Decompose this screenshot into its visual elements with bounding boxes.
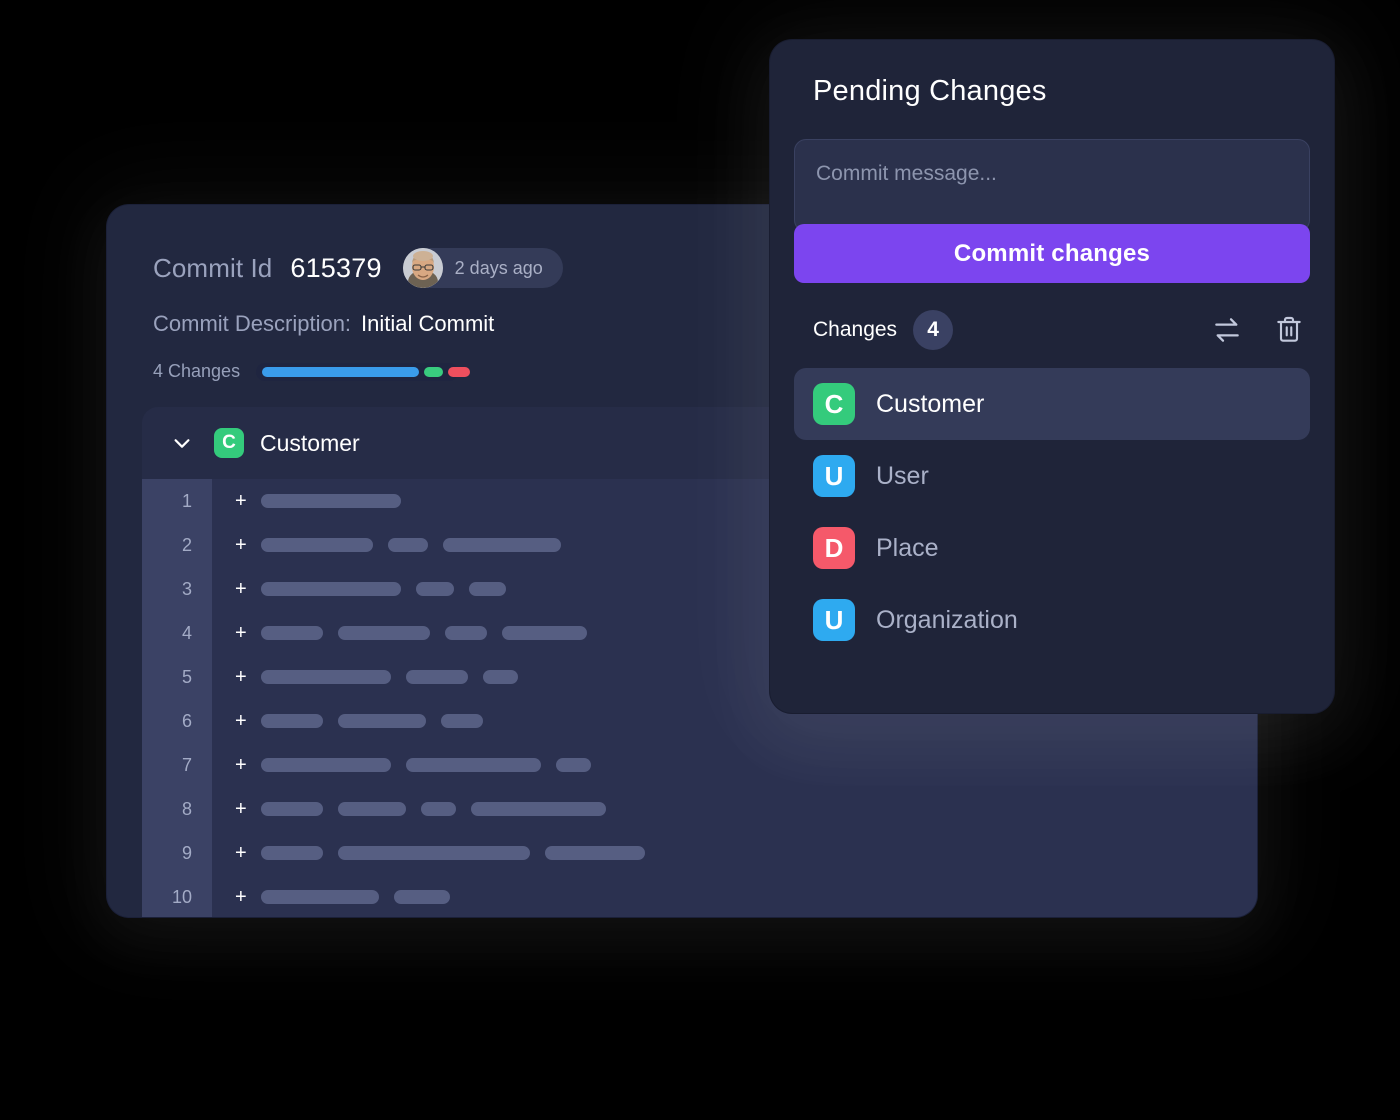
code-token-placeholder	[388, 538, 428, 552]
diff-add-marker: +	[235, 797, 247, 820]
code-token-placeholder	[443, 538, 561, 552]
change-segment-removed	[448, 366, 471, 377]
diff-line: +	[212, 831, 1257, 875]
code-token-placeholder	[261, 890, 379, 904]
chevron-down-icon[interactable]	[167, 428, 197, 458]
code-token-placeholder	[394, 890, 450, 904]
diff-line: +	[212, 743, 1257, 787]
pending-changes-panel: Pending Changes Commit changes Changes 4	[770, 40, 1334, 713]
line-number: 5	[181, 666, 192, 687]
code-token-placeholder	[261, 714, 323, 728]
diff-add-marker: +	[235, 709, 247, 732]
code-token-placeholder	[261, 670, 391, 684]
code-token-placeholder	[261, 538, 373, 552]
file-entity-badge: C	[214, 428, 244, 458]
code-token-placeholder	[445, 626, 487, 640]
diff-add-marker: +	[235, 621, 247, 644]
changes-label: Changes	[813, 318, 898, 341]
line-number: 8	[181, 798, 192, 819]
entity-badge: U	[813, 455, 855, 497]
code-token-placeholder	[406, 670, 468, 684]
line-number: 6	[181, 710, 192, 731]
code-token-placeholder	[421, 802, 456, 816]
code-token-placeholder	[261, 582, 401, 596]
line-number: 9	[181, 842, 192, 863]
commit-changes-button[interactable]: Commit changes	[794, 224, 1310, 283]
line-number: 1	[181, 490, 192, 511]
code-token-placeholder	[338, 626, 430, 640]
commit-message-input[interactable]	[816, 162, 1288, 186]
swap-arrows-icon[interactable]	[1210, 313, 1244, 347]
diff-add-marker: +	[235, 489, 247, 512]
code-token-placeholder	[483, 670, 518, 684]
list-item-label: Organization	[876, 605, 1018, 634]
entity-badge: C	[813, 383, 855, 425]
diff-add-marker: +	[235, 885, 247, 908]
commit-id-label: Commit Id	[153, 252, 273, 283]
line-number: 3	[181, 578, 192, 599]
avatar	[402, 248, 443, 288]
change-segment-modified	[424, 366, 444, 377]
code-token-placeholder	[416, 582, 454, 596]
code-token-placeholder	[471, 802, 606, 816]
line-number: 4	[181, 622, 192, 643]
diff-line: +	[212, 787, 1257, 831]
list-item-label: Place	[876, 533, 939, 562]
diff-add-marker: +	[235, 577, 247, 600]
code-token-placeholder	[261, 846, 323, 860]
code-token-placeholder	[261, 758, 391, 772]
line-number: 10	[171, 886, 192, 907]
code-token-placeholder	[556, 758, 591, 772]
code-token-placeholder	[502, 626, 587, 640]
commit-message-box[interactable]	[794, 139, 1310, 232]
app-screenshot: Commit Id 615379 2 days ago Commit Descr…	[0, 0, 1400, 1120]
code-token-placeholder	[406, 758, 541, 772]
code-token-placeholder	[441, 714, 483, 728]
line-number-gutter: 1 2 3 4 5 6 7 8 9 10	[142, 479, 212, 917]
code-token-placeholder	[338, 846, 530, 860]
code-token-placeholder	[338, 714, 426, 728]
list-item[interactable]: U Organization	[794, 584, 1310, 656]
page-title: Pending Changes	[813, 75, 1047, 107]
changes-count-badge: 4	[913, 310, 954, 350]
list-item[interactable]: U User	[794, 440, 1310, 512]
commit-timestamp: 2 days ago	[454, 257, 543, 278]
trash-icon[interactable]	[1272, 313, 1306, 347]
line-number: 2	[181, 534, 192, 555]
pending-changes-list: C Customer U User D Place U Organization	[794, 368, 1310, 656]
code-token-placeholder	[261, 494, 401, 508]
entity-badge: D	[813, 527, 855, 569]
file-name: Customer	[260, 429, 360, 456]
diff-add-marker: +	[235, 753, 247, 776]
diff-line: +	[212, 875, 1257, 917]
line-number: 7	[181, 754, 192, 775]
code-token-placeholder	[469, 582, 506, 596]
author-chip[interactable]: 2 days ago	[402, 248, 563, 288]
diff-add-marker: +	[235, 841, 247, 864]
entity-badge: U	[813, 599, 855, 641]
list-item-label: User	[876, 461, 929, 490]
toolbar-actions	[1210, 313, 1306, 347]
change-segment-added	[262, 366, 420, 377]
pending-changes-toolbar: Changes 4	[794, 310, 1310, 350]
commit-id-value: 615379	[290, 252, 382, 283]
list-item[interactable]: C Customer	[794, 368, 1310, 440]
list-item[interactable]: D Place	[794, 512, 1310, 584]
code-token-placeholder	[545, 846, 645, 860]
changes-count-label: 4 Changes	[153, 361, 241, 381]
code-token-placeholder	[261, 626, 323, 640]
code-token-placeholder	[338, 802, 406, 816]
code-token-placeholder	[261, 802, 323, 816]
list-item-label: Customer	[876, 389, 985, 418]
commit-description-value: Initial Commit	[361, 311, 495, 336]
diff-add-marker: +	[235, 533, 247, 556]
change-distribution-bar	[256, 362, 471, 381]
diff-add-marker: +	[235, 665, 247, 688]
commit-description-label: Commit Description:	[153, 311, 352, 336]
